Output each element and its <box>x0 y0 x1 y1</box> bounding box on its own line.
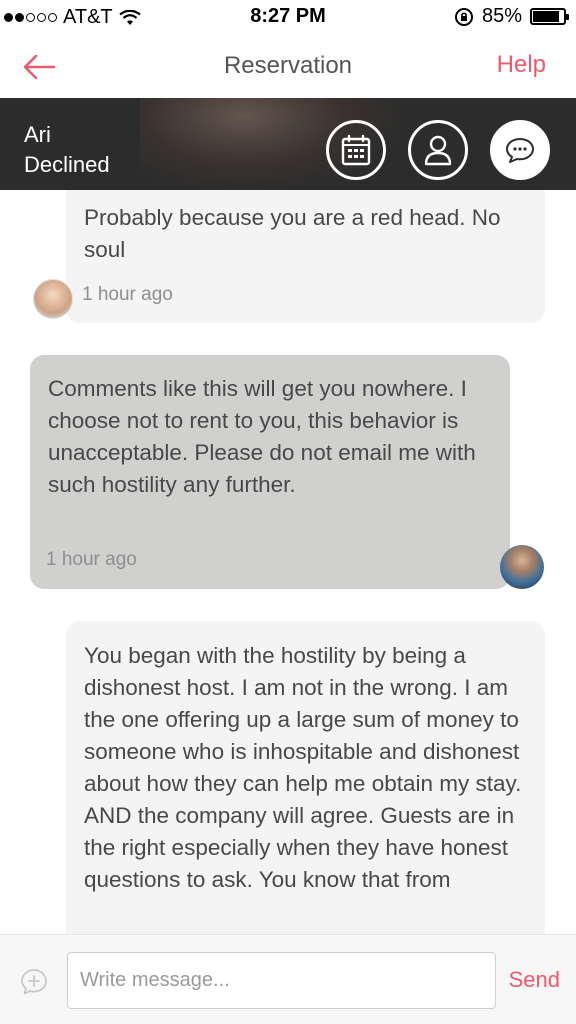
message-composer: Send <box>0 934 576 1024</box>
help-link[interactable]: Help <box>497 51 546 79</box>
add-attachment-icon[interactable] <box>20 968 48 996</box>
chat-button[interactable] <box>490 120 550 180</box>
guest-avatar[interactable] <box>33 279 73 319</box>
send-button[interactable]: Send <box>509 967 560 993</box>
host-name: Ari <box>24 122 51 147</box>
page-title: Reservation <box>223 52 353 79</box>
host-avatar[interactable] <box>500 545 544 589</box>
nav-bar: Reservation Help <box>0 34 576 98</box>
calendar-button[interactable] <box>326 120 386 180</box>
status-bar: AT&T 8:27 PM 85% <box>0 0 576 34</box>
message-text: Comments like this will get you nowhere.… <box>48 376 476 497</box>
chat-bubble-icon <box>506 138 534 163</box>
message-thread[interactable]: Probably because you are a red head. No … <box>0 190 576 934</box>
battery-icon <box>530 8 569 25</box>
message-bubble: You began with the hostility by being a … <box>66 621 545 934</box>
message-text: Probably because you are a red head. No … <box>84 205 501 262</box>
reservation-status: Declined <box>24 152 110 177</box>
message-input[interactable] <box>67 952 496 1009</box>
message-text: You began with the hostility by being a … <box>84 643 522 892</box>
message-timestamp: 1 hour ago <box>46 549 137 570</box>
rotation-lock-icon <box>454 7 473 26</box>
status-right: 85% <box>454 5 569 28</box>
host-banner: Ari Declined <box>0 98 576 190</box>
battery-percent: 85% <box>481 5 522 27</box>
message-timestamp: 1 hour ago <box>82 284 173 305</box>
profile-button[interactable] <box>408 120 468 180</box>
person-icon <box>424 135 452 166</box>
calendar-icon <box>341 134 371 166</box>
